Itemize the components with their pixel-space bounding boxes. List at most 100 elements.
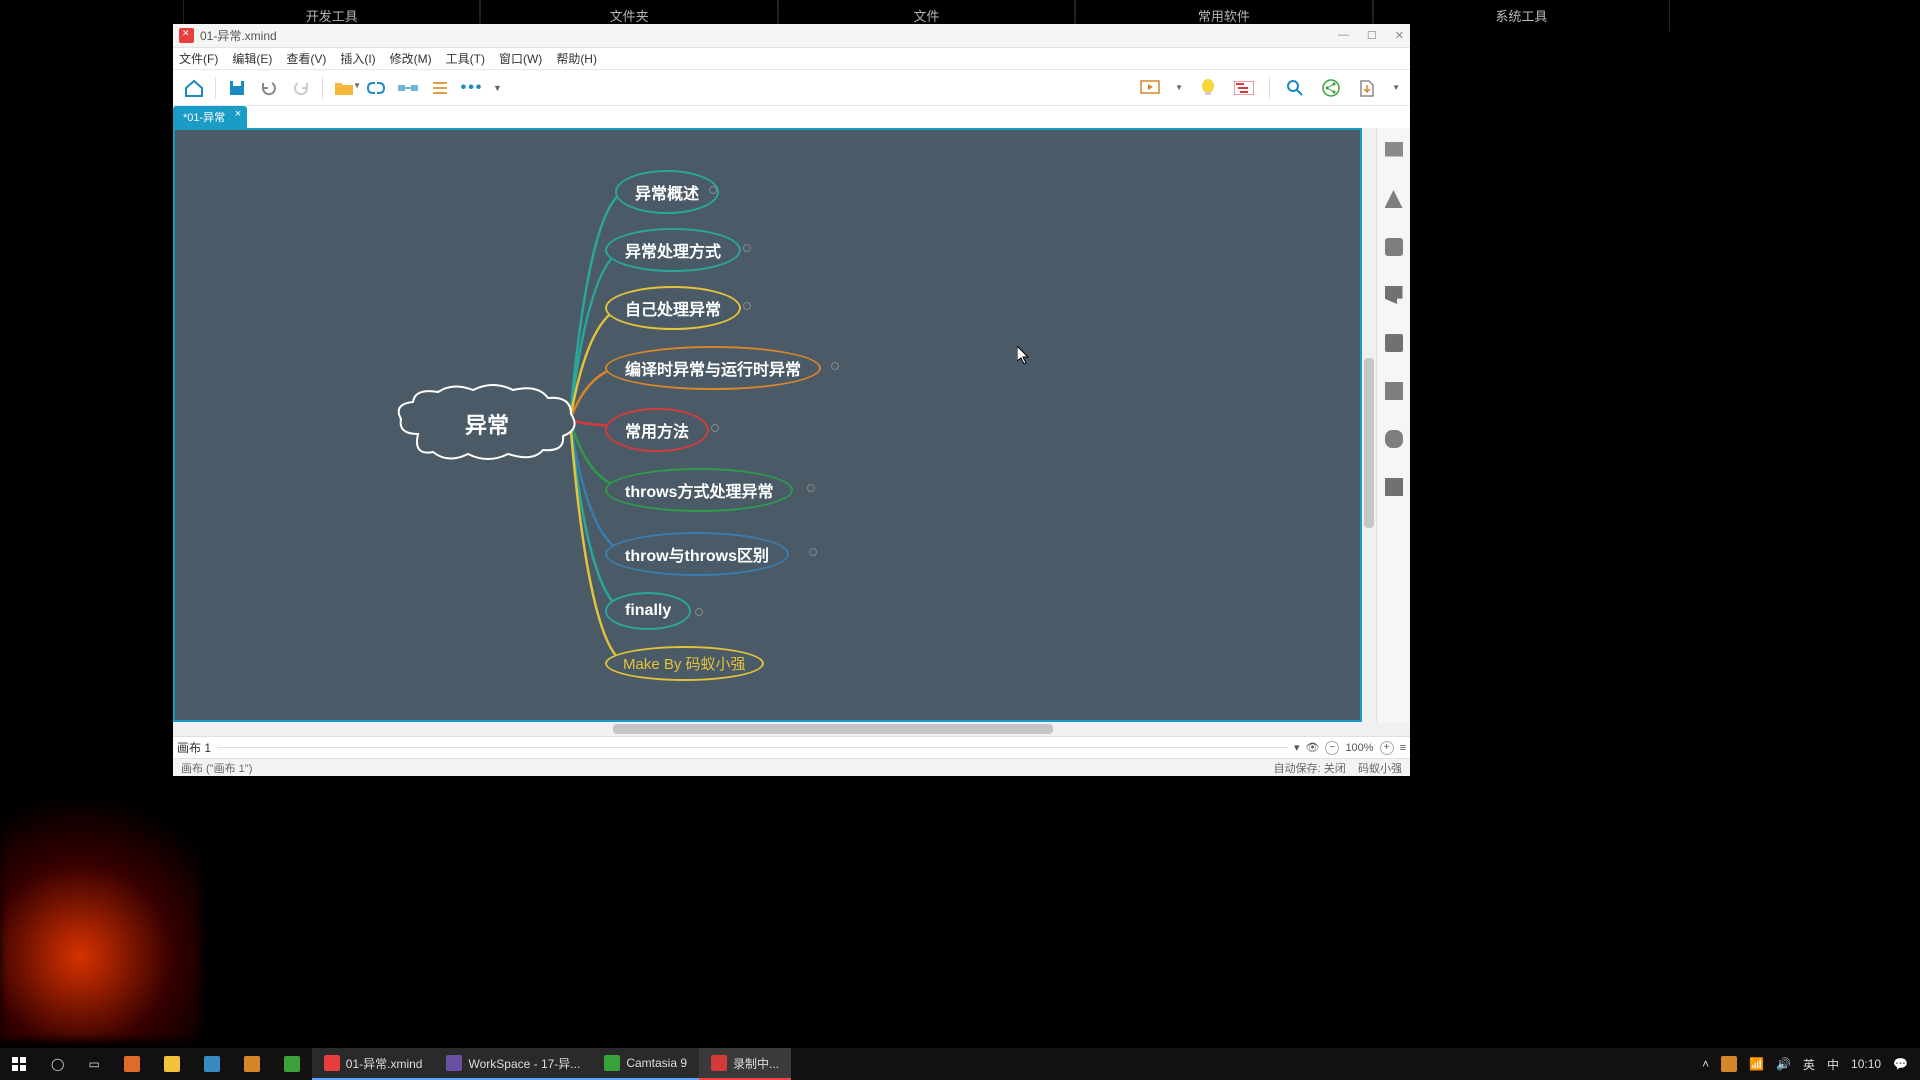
search-icon[interactable] [1284,77,1306,99]
save-icon[interactable] [226,77,248,99]
taskbar-app-label: 录制中... [733,1055,779,1072]
notes-panel-icon[interactable] [1385,382,1403,400]
tray-volume-icon[interactable]: 🔊 [1776,1057,1791,1071]
menu-help[interactable]: 帮助(H) [556,50,597,67]
marker-panel-icon[interactable] [1385,286,1403,304]
app-icon [324,1055,340,1071]
relation-icon[interactable] [397,77,419,99]
pinned-app[interactable] [152,1048,192,1080]
topic-node[interactable]: 异常处理方式 [605,228,741,272]
close-button[interactable]: ✕ [1395,29,1404,42]
visibility-icon[interactable]: 👁 [1305,741,1319,754]
zoom-menu-icon[interactable]: ≡ [1400,742,1406,754]
mindmap-canvas[interactable]: 异常 异常概述 异常处理方式 自己处理异常 编译时异常与运行时异常 常用方法 t… [173,128,1362,722]
menu-file[interactable]: 文件(F) [179,50,218,67]
tab-close-icon[interactable]: × [235,108,241,120]
present-icon[interactable] [1139,77,1161,99]
expand-handle[interactable] [743,302,751,310]
redo-icon[interactable] [290,77,312,99]
menu-view[interactable]: 查看(V) [286,50,326,67]
start-button[interactable] [0,1048,39,1080]
topic-node[interactable]: finally [605,592,691,630]
filter-icon[interactable]: ▾ [1294,741,1300,754]
tray-ime[interactable]: 英 [1803,1056,1815,1073]
maximize-button[interactable]: ☐ [1367,29,1377,42]
tray-notifications-icon[interactable]: 💬 [1893,1057,1908,1071]
taskbar-app[interactable]: 录制中... [699,1048,791,1080]
taskbar-app-label: 01-异常.xmind [346,1055,423,1072]
taskbar-app[interactable]: WorkSpace - 17-异... [434,1048,592,1080]
topic-node[interactable]: throw与throws区别 [605,532,789,576]
zoom-level: 100% [1345,742,1373,754]
undo-icon[interactable] [258,77,280,99]
desk-label[interactable]: 系统工具 [1373,0,1670,31]
comments-panel-icon[interactable] [1385,430,1403,448]
topic-node[interactable]: throws方式处理异常 [605,468,793,512]
menu-bar: 文件(F) 编辑(E) 查看(V) 插入(I) 修改(M) 工具(T) 窗口(W… [173,48,1410,70]
topic-node[interactable]: 异常概述 [615,170,719,214]
topic-node[interactable]: 自己处理异常 [605,286,741,330]
format-panel-icon[interactable] [1385,190,1403,208]
mouse-cursor [1017,346,1029,364]
expand-handle[interactable] [695,608,703,616]
home-icon[interactable] [183,77,205,99]
share-icon[interactable] [1320,77,1342,99]
menu-tools[interactable]: 工具(T) [446,50,485,67]
zoom-in-button[interactable]: + [1380,741,1394,755]
expand-handle[interactable] [743,244,751,252]
pinned-app[interactable] [272,1048,312,1080]
tray-clock[interactable]: 10:10 [1851,1057,1881,1071]
zoom-out-button[interactable]: − [1325,741,1339,755]
topic-node[interactable]: 常用方法 [605,408,709,452]
expand-handle[interactable] [831,362,839,370]
expand-handle[interactable] [711,424,719,432]
more-icon[interactable]: ••• [461,77,483,99]
task-panel-icon[interactable] [1385,478,1403,496]
dropdown-caret-icon[interactable]: ▼ [1175,83,1183,92]
window-titlebar[interactable]: 01-异常.xmind — ☐ ✕ [173,24,1410,48]
menu-modify[interactable]: 修改(M) [390,50,432,67]
expand-handle[interactable] [709,186,717,194]
taskbar-app[interactable]: Camtasia 9 [592,1048,699,1080]
cortana-icon[interactable]: ◯ [39,1048,76,1080]
taskview-icon[interactable]: ▭ [76,1048,111,1080]
pinned-app[interactable] [232,1048,272,1080]
outline-icon[interactable] [429,77,451,99]
dropdown-caret-icon[interactable]: ▼ [1392,83,1400,92]
expand-handle[interactable] [809,548,817,556]
horizontal-scrollbar[interactable] [173,722,1410,736]
app-icon [446,1055,462,1071]
tray-app-icon[interactable] [1721,1056,1737,1072]
gantt-icon[interactable] [1233,77,1255,99]
document-tab-label: *01-异常 [183,112,225,124]
minimize-button[interactable]: — [1338,29,1349,42]
status-autosave: 自动保存: 关闭 [1274,763,1346,775]
menu-window[interactable]: 窗口(W) [499,50,542,67]
menu-edit[interactable]: 编辑(E) [232,50,272,67]
dropdown-caret-icon[interactable]: ▼ [493,83,502,93]
link-icon[interactable] [365,77,387,99]
tray-chevron-icon[interactable]: ˄ [1702,1057,1709,1071]
sheet-tab[interactable]: 画布 1 [177,739,211,756]
icon-panel-icon[interactable] [1385,334,1403,352]
status-bar: 画布 ("画布 1") 自动保存: 关闭 码蚁小强 [173,758,1410,776]
document-tab[interactable]: *01-异常 × [173,106,247,128]
taskbar-app[interactable]: 01-异常.xmind [312,1048,435,1080]
topic-node[interactable]: Make By 码蚁小强 [605,646,764,681]
pinned-app[interactable] [112,1048,152,1080]
export-icon[interactable] [1356,77,1378,99]
pinned-app[interactable] [192,1048,232,1080]
taskbar-app-label: WorkSpace - 17-异... [468,1055,580,1072]
tray-network-icon[interactable]: 📶 [1749,1057,1764,1071]
status-left: 画布 ("画布 1") [181,760,252,776]
folder-icon[interactable]: ▼ [333,77,355,99]
menu-insert[interactable]: 插入(I) [340,50,375,67]
image-panel-icon[interactable] [1385,238,1403,256]
idea-icon[interactable] [1197,77,1219,99]
outline-panel-icon[interactable] [1385,142,1403,160]
status-author: 码蚁小强 [1358,763,1402,775]
expand-handle[interactable] [807,484,815,492]
topic-node[interactable]: 编译时异常与运行时异常 [605,346,821,390]
vertical-scrollbar[interactable] [1362,128,1376,722]
tray-lang[interactable]: 中 [1827,1056,1839,1073]
